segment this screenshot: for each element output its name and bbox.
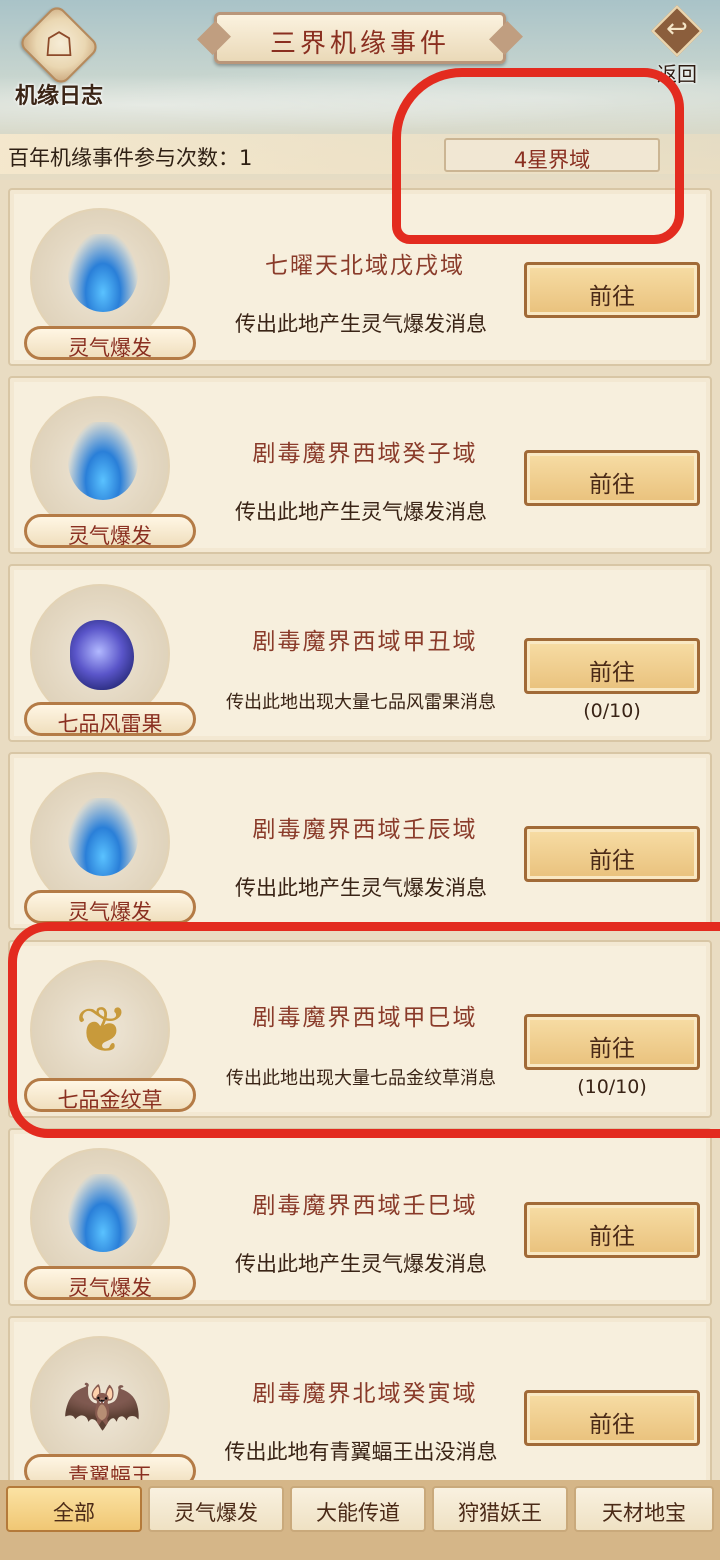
tab-all[interactable]: 全部 <box>6 1486 142 1532</box>
title-plate: 三界机缘事件 <box>214 12 506 64</box>
tab-label: 全部 <box>53 1501 95 1525</box>
event-location: 剧毒魔界西域癸子域 <box>252 441 478 467</box>
go-button-label: 前往 <box>589 1224 635 1250</box>
spirit-burst-icon <box>68 1174 138 1252</box>
event-tag: 七品风雷果 <box>24 702 196 736</box>
event-tag-label: 灵气爆发 <box>68 336 152 360</box>
event-progress: (0/10) <box>583 700 641 722</box>
page-title: 三界机缘事件 <box>269 29 450 59</box>
event-card: 七品风雷果 剧毒魔界西域甲丑域 传出此地出现大量七品风雷果消息 前往 (0/10… <box>8 564 712 742</box>
go-button-label: 前往 <box>589 848 635 874</box>
spirit-burst-icon <box>68 234 138 312</box>
go-button-label: 前往 <box>589 284 635 310</box>
tab-label: 狩猎妖王 <box>458 1501 542 1525</box>
log-button[interactable]: ☖ 机缘日志 <box>8 3 110 109</box>
red-annotation-circle <box>8 922 720 1138</box>
go-button[interactable]: 前往 <box>524 1390 700 1446</box>
event-location: 剧毒魔界西域甲丑域 <box>252 629 478 655</box>
tab-master-teaching[interactable]: 大能传道 <box>290 1486 426 1532</box>
go-button[interactable]: 前往 <box>524 638 700 694</box>
event-description: 传出此地有青翼蝠王出没消息 <box>224 1440 498 1464</box>
filter-tab-bar: 全部 灵气爆发 大能传道 狩猎妖王 天材地宝 <box>0 1480 720 1560</box>
event-description: 传出此地产生灵气爆发消息 <box>235 1252 487 1276</box>
event-description: 传出此地产生灵气爆发消息 <box>235 876 487 900</box>
bat-king-icon: 🦇 <box>62 1368 142 1442</box>
event-location: 七曜天北域戊戌域 <box>265 253 465 279</box>
event-location: 剧毒魔界西域壬巳域 <box>252 1193 478 1219</box>
event-tag-label: 灵气爆发 <box>68 524 152 548</box>
event-card: 🦇 青翼蝠王 剧毒魔界北域癸寅域 传出此地有青翼蝠王出没消息 前往 <box>8 1316 712 1494</box>
event-tag: 灵气爆发 <box>24 514 196 548</box>
log-label: 机缘日志 <box>14 84 103 109</box>
go-button[interactable]: 前往 <box>524 826 700 882</box>
tab-label: 灵气爆发 <box>174 1501 258 1525</box>
event-list[interactable]: 灵气爆发 七曜天北域戊戌域 传出此地产生灵气爆发消息 前往 灵气爆发 剧毒魔界西… <box>0 180 720 1494</box>
scroll-icon: ☖ <box>43 25 75 65</box>
tab-treasures[interactable]: 天材地宝 <box>574 1486 714 1532</box>
go-button-label: 前往 <box>589 472 635 498</box>
go-button[interactable]: 前往 <box>524 450 700 506</box>
tab-label: 天材地宝 <box>602 1501 686 1525</box>
event-card: 灵气爆发 剧毒魔界西域癸子域 传出此地产生灵气爆发消息 前往 <box>8 376 712 554</box>
event-location: 剧毒魔界北域癸寅域 <box>252 1381 478 1407</box>
event-card: 灵气爆发 剧毒魔界西域壬辰域 传出此地产生灵气爆发消息 前往 <box>8 752 712 930</box>
back-arrow-icon: ↩ <box>666 14 688 44</box>
tab-hunt-demon-king[interactable]: 狩猎妖王 <box>432 1486 568 1532</box>
event-tag: 灵气爆发 <box>24 1266 196 1300</box>
tab-spirit-burst[interactable]: 灵气爆发 <box>148 1486 284 1532</box>
go-button-label: 前往 <box>589 1412 635 1438</box>
event-tag-label: 七品风雷果 <box>57 712 163 736</box>
event-location: 剧毒魔界西域壬辰域 <box>252 817 478 843</box>
tab-label: 大能传道 <box>316 1501 400 1525</box>
event-description: 传出此地产生灵气爆发消息 <box>235 312 487 336</box>
event-description: 传出此地出现大量七品风雷果消息 <box>226 692 496 713</box>
go-button-label: 前往 <box>589 660 635 686</box>
event-tag-label: 灵气爆发 <box>68 1276 152 1300</box>
event-description: 传出此地产生灵气爆发消息 <box>235 500 487 524</box>
red-annotation-circle <box>392 68 684 244</box>
event-card: 灵气爆发 剧毒魔界西域壬巳域 传出此地产生灵气爆发消息 前往 <box>8 1128 712 1306</box>
go-button[interactable]: 前往 <box>524 1202 700 1258</box>
spirit-burst-icon <box>68 798 138 876</box>
participation-count: 百年机缘事件参与次数：1 <box>8 146 253 170</box>
spirit-burst-icon <box>68 422 138 500</box>
event-tag: 灵气爆发 <box>24 890 196 924</box>
thunder-fruit-icon <box>70 620 134 690</box>
event-tag: 灵气爆发 <box>24 326 196 360</box>
go-button[interactable]: 前往 <box>524 262 700 318</box>
